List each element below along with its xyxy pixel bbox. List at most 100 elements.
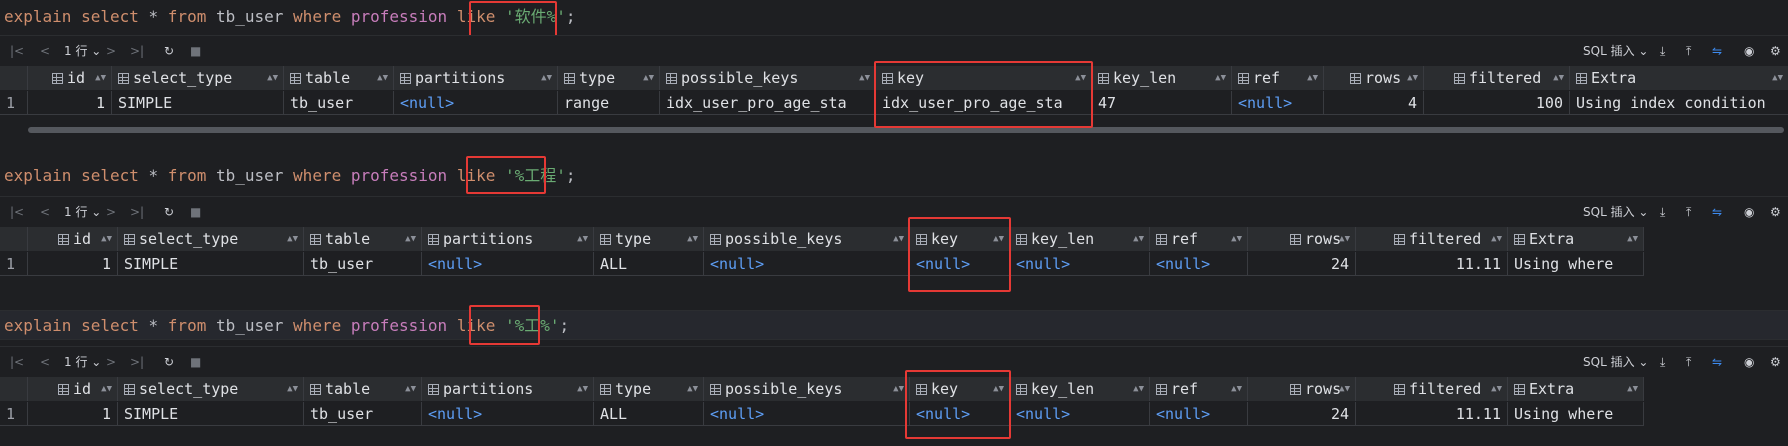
column-header-partitions[interactable]: partitions ▲▼ xyxy=(422,227,594,251)
download-icon[interactable]: ⤓ xyxy=(1660,36,1665,66)
sort-arrows-icon[interactable]: ▲▼ xyxy=(1231,377,1242,401)
column-header-key[interactable]: key ▲▼ xyxy=(876,66,1092,90)
column-header-select-type[interactable]: select_type ▲▼ xyxy=(118,227,304,251)
column-header-id[interactable]: id ▲▼ xyxy=(28,227,118,251)
column-header-partitions[interactable]: partitions ▲▼ xyxy=(422,377,594,401)
column-header-extra[interactable]: Extra ▲▼ xyxy=(1508,377,1644,401)
column-header-rows[interactable]: rows ▲▼ xyxy=(1248,377,1356,401)
last-page-button[interactable]: >| xyxy=(130,36,144,66)
stop-icon[interactable]: ■ xyxy=(190,36,201,66)
sort-arrows-icon[interactable]: ▲▼ xyxy=(993,227,1004,251)
view-icon[interactable]: ◉ xyxy=(1744,36,1754,66)
sort-arrows-icon[interactable]: ▲▼ xyxy=(687,377,698,401)
horizontal-scrollbar[interactable] xyxy=(28,127,1784,133)
first-page-button[interactable]: |< xyxy=(10,347,24,377)
sort-arrows-icon[interactable]: ▲▼ xyxy=(1491,377,1502,401)
column-header-type[interactable]: type ▲▼ xyxy=(594,377,704,401)
prev-page-button[interactable]: < xyxy=(40,197,50,227)
sort-arrows-icon[interactable]: ▲▼ xyxy=(541,66,552,90)
table-row[interactable]: 1 1 SIMPLE tb_user <null> range idx_user… xyxy=(0,91,1788,115)
sort-arrows-icon[interactable]: ▲▼ xyxy=(405,377,416,401)
sort-arrows-icon[interactable]: ▲▼ xyxy=(893,227,904,251)
view-icon[interactable]: ◉ xyxy=(1744,347,1754,377)
column-header-key[interactable]: key ▲▼ xyxy=(910,377,1010,401)
sort-arrows-icon[interactable]: ▲▼ xyxy=(1553,66,1564,90)
compare-icon[interactable]: ⇋ xyxy=(1712,347,1722,377)
last-page-button[interactable]: >| xyxy=(130,197,144,227)
sql-insert-mode-dropdown[interactable]: SQL 插入 ⌄ xyxy=(1583,197,1648,227)
download-icon[interactable]: ⤓ xyxy=(1660,347,1665,377)
column-header-select-type[interactable]: select_type ▲▼ xyxy=(112,66,284,90)
sort-arrows-icon[interactable]: ▲▼ xyxy=(1307,66,1318,90)
rows-count-dropdown[interactable]: 1 行 ⌄ xyxy=(64,36,101,66)
refresh-icon[interactable]: ↻ xyxy=(164,347,174,377)
column-header-key-len[interactable]: key_len ▲▼ xyxy=(1092,66,1232,90)
sort-arrows-icon[interactable]: ▲▼ xyxy=(1407,66,1418,90)
column-header-rows[interactable]: rows ▲▼ xyxy=(1324,66,1424,90)
settings-icon[interactable]: ⚙ xyxy=(1770,347,1781,377)
next-page-button[interactable]: > xyxy=(106,347,116,377)
sort-arrows-icon[interactable]: ▲▼ xyxy=(287,227,298,251)
table-row[interactable]: 1 1 SIMPLE tb_user <null> ALL <null> <nu… xyxy=(0,402,1644,426)
column-header-key-len[interactable]: key_len ▲▼ xyxy=(1010,227,1150,251)
sort-arrows-icon[interactable]: ▲▼ xyxy=(1491,227,1502,251)
column-header-type[interactable]: type ▲▼ xyxy=(558,66,660,90)
sort-arrows-icon[interactable]: ▲▼ xyxy=(1075,66,1086,90)
column-header-id[interactable]: id ▲▼ xyxy=(28,377,118,401)
sort-arrows-icon[interactable]: ▲▼ xyxy=(1215,66,1226,90)
sort-arrows-icon[interactable]: ▲▼ xyxy=(1231,227,1242,251)
upload-icon[interactable]: ⤒ xyxy=(1686,347,1691,377)
sort-arrows-icon[interactable]: ▲▼ xyxy=(577,377,588,401)
column-header-ref[interactable]: ref ▲▼ xyxy=(1150,227,1248,251)
next-page-button[interactable]: > xyxy=(106,36,116,66)
view-icon[interactable]: ◉ xyxy=(1744,197,1754,227)
column-header-extra[interactable]: Extra ▲▼ xyxy=(1570,66,1788,90)
column-header-table[interactable]: table ▲▼ xyxy=(304,377,422,401)
sql-line-3[interactable]: explain select * from tb_user where prof… xyxy=(0,310,1788,340)
column-header-table[interactable]: table ▲▼ xyxy=(304,227,422,251)
sort-arrows-icon[interactable]: ▲▼ xyxy=(1133,227,1144,251)
download-icon[interactable]: ⤓ xyxy=(1660,197,1665,227)
column-header-filtered[interactable]: filtered ▲▼ xyxy=(1356,377,1508,401)
column-header-id[interactable]: id ▲▼ xyxy=(28,66,112,90)
sort-arrows-icon[interactable]: ▲▼ xyxy=(95,66,106,90)
column-header-possible-keys[interactable]: possible_keys ▲▼ xyxy=(704,227,910,251)
column-header-table[interactable]: table ▲▼ xyxy=(284,66,394,90)
column-header-filtered[interactable]: filtered ▲▼ xyxy=(1356,227,1508,251)
sql-insert-mode-dropdown[interactable]: SQL 插入 ⌄ xyxy=(1583,347,1648,377)
sort-arrows-icon[interactable]: ▲▼ xyxy=(101,377,112,401)
sort-arrows-icon[interactable]: ▲▼ xyxy=(577,227,588,251)
column-header-select-type[interactable]: select_type ▲▼ xyxy=(118,377,304,401)
sort-arrows-icon[interactable]: ▲▼ xyxy=(287,377,298,401)
sort-arrows-icon[interactable]: ▲▼ xyxy=(101,227,112,251)
first-page-button[interactable]: |< xyxy=(10,36,24,66)
first-page-button[interactable]: |< xyxy=(10,197,24,227)
column-header-extra[interactable]: Extra ▲▼ xyxy=(1508,227,1644,251)
prev-page-button[interactable]: < xyxy=(40,36,50,66)
sort-arrows-icon[interactable]: ▲▼ xyxy=(993,377,1004,401)
rows-count-dropdown[interactable]: 1 行 ⌄ xyxy=(64,347,101,377)
settings-icon[interactable]: ⚙ xyxy=(1770,197,1781,227)
settings-icon[interactable]: ⚙ xyxy=(1770,36,1781,66)
column-header-possible-keys[interactable]: possible_keys ▲▼ xyxy=(660,66,876,90)
column-header-ref[interactable]: ref ▲▼ xyxy=(1232,66,1324,90)
column-header-ref[interactable]: ref ▲▼ xyxy=(1150,377,1248,401)
stop-icon[interactable]: ■ xyxy=(190,197,201,227)
sort-arrows-icon[interactable]: ▲▼ xyxy=(1627,227,1638,251)
column-header-type[interactable]: type ▲▼ xyxy=(594,227,704,251)
sort-arrows-icon[interactable]: ▲▼ xyxy=(405,227,416,251)
column-header-filtered[interactable]: filtered ▲▼ xyxy=(1424,66,1570,90)
table-row[interactable]: 1 1 SIMPLE tb_user <null> ALL <null> <nu… xyxy=(0,252,1644,276)
column-header-possible-keys[interactable]: possible_keys ▲▼ xyxy=(704,377,910,401)
column-header-key-len[interactable]: key_len ▲▼ xyxy=(1010,377,1150,401)
refresh-icon[interactable]: ↻ xyxy=(164,197,174,227)
next-page-button[interactable]: > xyxy=(106,197,116,227)
sql-line-1[interactable]: explain select * from tb_user where prof… xyxy=(0,2,1788,32)
upload-icon[interactable]: ⤒ xyxy=(1686,197,1691,227)
sort-arrows-icon[interactable]: ▲▼ xyxy=(377,66,388,90)
compare-icon[interactable]: ⇋ xyxy=(1712,197,1722,227)
sort-arrows-icon[interactable]: ▲▼ xyxy=(1133,377,1144,401)
rows-count-dropdown[interactable]: 1 行 ⌄ xyxy=(64,197,101,227)
upload-icon[interactable]: ⤒ xyxy=(1686,36,1691,66)
prev-page-button[interactable]: < xyxy=(40,347,50,377)
